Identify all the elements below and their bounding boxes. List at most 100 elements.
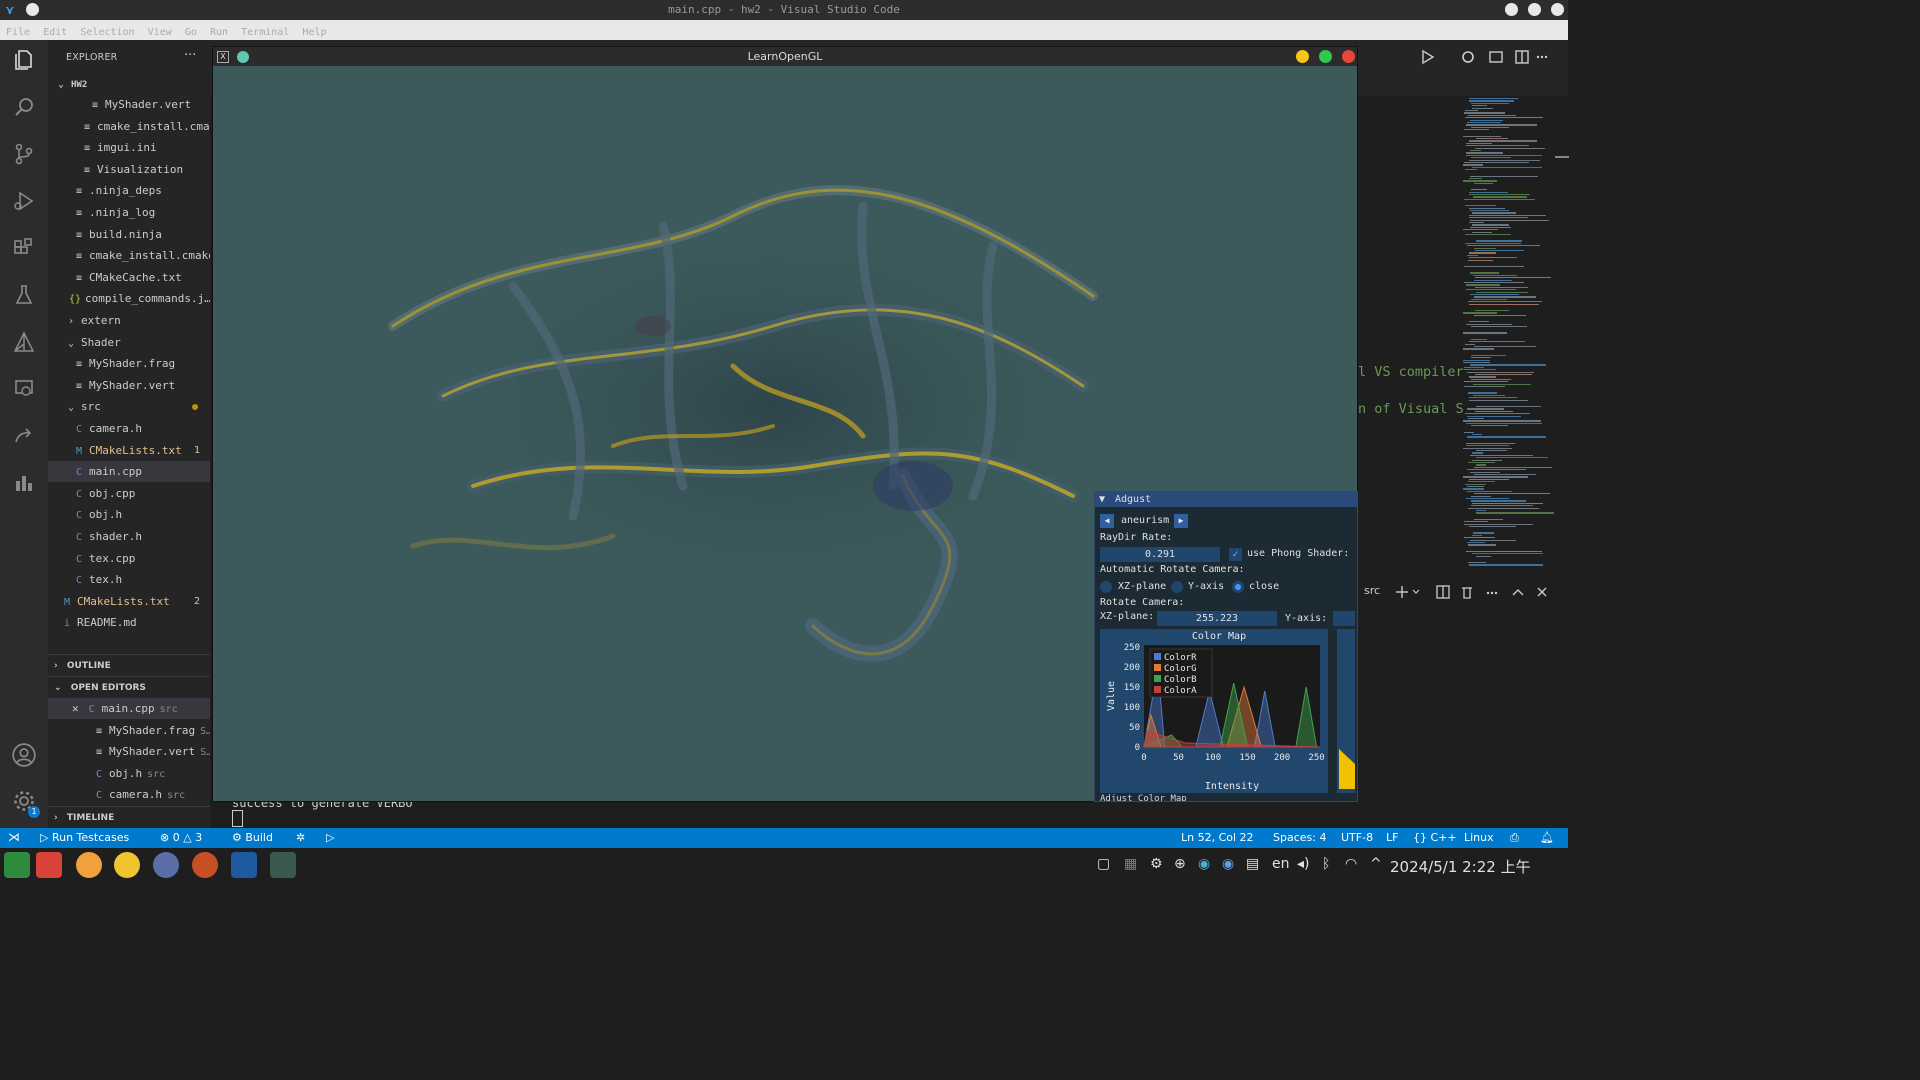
platform[interactable]: Linux <box>1464 831 1494 844</box>
menu-run[interactable]: Run <box>210 27 228 38</box>
radio-xz-plane[interactable] <box>1100 581 1112 593</box>
problems-indicator[interactable]: ⊗ 0 △ 3 <box>160 831 202 844</box>
menu-selection[interactable]: Selection <box>80 27 134 38</box>
open-editor-item[interactable]: ≡ MyShader.vert S… <box>48 741 210 762</box>
extensions-icon[interactable] <box>10 236 38 264</box>
tree-item[interactable]: ≡ MyShader.frag <box>48 353 210 374</box>
file-manager-icon[interactable] <box>76 852 102 878</box>
remote-explorer-icon[interactable] <box>10 377 38 405</box>
tray-clipboard-icon[interactable]: ▤ <box>1246 856 1259 872</box>
keyboard-icon[interactable]: ⚙ <box>1150 856 1163 872</box>
tree-item[interactable]: M CMakeLists.txt 2 <box>48 591 210 612</box>
terminal-label[interactable]: src <box>1364 584 1380 597</box>
menu-go[interactable]: Go <box>185 27 197 38</box>
collapse-triangle-icon[interactable]: ▼ <box>1099 492 1105 507</box>
explorer-icon[interactable] <box>10 48 38 76</box>
tree-item[interactable]: Cobj.h <box>48 504 210 525</box>
gl-close-button[interactable] <box>1342 50 1355 63</box>
source-control-icon[interactable] <box>10 142 38 170</box>
tree-item[interactable]: M CMakeLists.txt 1 <box>48 440 210 461</box>
tree-item[interactable]: ≡ cmake_install.cmake <box>48 245 210 266</box>
timeline-section[interactable]: › TIMELINE <box>48 806 210 828</box>
debug-icon[interactable]: ✲ <box>296 831 305 844</box>
gl-maximize-button[interactable] <box>1319 50 1332 63</box>
live-share-icon[interactable] <box>10 424 38 452</box>
tree-item[interactable]: ⌄ Shader <box>48 332 210 353</box>
input-language[interactable]: en <box>1272 856 1290 872</box>
open-editor-item[interactable]: Cobj.h src <box>48 763 210 784</box>
vpn-icon[interactable]: ⊕ <box>1174 856 1186 872</box>
tree-item[interactable]: ≡ cmake_install.cma… <box>48 116 210 137</box>
tree-item[interactable]: › extern <box>48 310 210 331</box>
chart-icon[interactable] <box>10 471 38 499</box>
radio-close[interactable] <box>1232 581 1244 593</box>
window-icon[interactable]: ▢ <box>1097 856 1110 872</box>
language-mode[interactable]: {} C++ <box>1413 831 1457 844</box>
menu-help[interactable]: Help <box>302 27 326 38</box>
color-map-chart[interactable]: Color Map 0 50 100 150 200 250 0 50 100 150 200 250 I… <box>1100 629 1328 793</box>
tray-expand-icon[interactable]: ^ <box>1370 856 1382 872</box>
tree-item[interactable]: ≡ MyShader.vert <box>48 375 210 396</box>
feedback-icon[interactable]: ⎙ <box>1510 831 1519 845</box>
volume-icon[interactable]: ◂) <box>1297 856 1310 872</box>
raydir-rate-slider[interactable]: 0.291 <box>1100 547 1220 562</box>
bluetooth-icon[interactable]: ᛒ <box>1322 856 1330 872</box>
open-editors-section[interactable]: ⌄ OPEN EDITORS <box>48 676 210 699</box>
notifications-icon[interactable]: 🔔︎ <box>1540 831 1554 844</box>
build-button[interactable]: ⚙ Build <box>232 831 273 844</box>
prev-dataset-button[interactable]: ◀ <box>1100 514 1114 528</box>
radio-y-axis[interactable] <box>1171 581 1183 593</box>
run-debug-icon[interactable] <box>10 189 38 217</box>
xz-plane-slider[interactable]: 255.223 <box>1157 611 1277 626</box>
tree-item[interactable]: Ccamera.h <box>48 418 210 439</box>
tree-item[interactable]: Ctex.h <box>48 569 210 590</box>
manjaro-menu-icon[interactable] <box>4 852 30 878</box>
minimap-slider[interactable] <box>1555 156 1569 158</box>
clipboard-icon[interactable]: ▦ <box>1124 856 1137 872</box>
outline-section[interactable]: › OUTLINE <box>48 654 210 677</box>
search-icon[interactable] <box>10 95 38 123</box>
open-editor-item[interactable]: Ccamera.h src <box>48 784 210 805</box>
open-editor-item[interactable]: ✕ Cmain.cpp src <box>48 698 210 719</box>
tree-item[interactable]: ≡ imgui.ini <box>48 137 210 158</box>
tree-item[interactable]: Cmain.cpp <box>48 461 210 483</box>
tree-item[interactable]: ≡ Visualization <box>48 159 210 180</box>
tree-item[interactable]: ≡ MyShader.vert <box>48 94 210 115</box>
more-actions-icon[interactable]: ··· <box>184 48 196 63</box>
cursor-position[interactable]: Ln 52, Col 22 <box>1181 831 1254 844</box>
tree-item[interactable]: {} compile_commands.j… <box>48 288 210 309</box>
tree-item[interactable]: Cshader.h <box>48 526 210 547</box>
menu-view[interactable]: View <box>148 27 172 38</box>
imgui-title-bar[interactable]: ▼ Adgust <box>1095 492 1357 507</box>
end-of-line[interactable]: LF <box>1386 831 1398 844</box>
tree-item[interactable]: ⌄ src <box>48 396 210 417</box>
tree-item[interactable]: i README.md <box>48 612 210 633</box>
run-icon[interactable]: ▷ <box>326 831 334 844</box>
tree-item[interactable]: ≡ .ninja_deps <box>48 180 210 201</box>
clock[interactable]: 2024/5/1 2:22 上午 <box>1390 856 1531 877</box>
menu-file[interactable]: File <box>6 27 30 38</box>
menu-edit[interactable]: Edit <box>43 27 67 38</box>
open-editor-item[interactable]: ≡ MyShader.frag S… <box>48 720 210 741</box>
cmake-icon[interactable] <box>10 330 38 358</box>
remote-indicator-icon[interactable]: ⋊ <box>8 830 20 844</box>
y-axis-slider[interactable] <box>1333 611 1355 626</box>
testing-flask-icon[interactable] <box>10 283 38 311</box>
editor-actions-icons[interactable] <box>1420 48 1550 66</box>
encoding[interactable]: UTF-8 <box>1341 831 1373 844</box>
phong-shader-checkbox[interactable]: ✓ <box>1229 548 1242 561</box>
tree-item[interactable]: Cobj.cpp <box>48 483 210 504</box>
minimize-button[interactable] <box>1505 3 1518 16</box>
terminal-actions-icons[interactable] <box>1396 584 1566 600</box>
trash-icon[interactable] <box>36 852 62 878</box>
x11-taskbar-icon[interactable] <box>270 852 296 878</box>
menu-terminal[interactable]: Terminal <box>241 27 289 38</box>
wifi-icon[interactable]: ◠ <box>1345 856 1357 872</box>
maximize-button[interactable] <box>1528 3 1541 16</box>
close-editor-icon[interactable]: ✕ <box>72 702 79 715</box>
close-window-button[interactable] <box>1551 3 1564 16</box>
account-icon[interactable] <box>10 742 38 770</box>
indentation[interactable]: Spaces: 4 <box>1273 831 1326 844</box>
tree-item[interactable]: ≡ .ninja_log <box>48 202 210 223</box>
chrome-browser-icon[interactable] <box>114 852 140 878</box>
